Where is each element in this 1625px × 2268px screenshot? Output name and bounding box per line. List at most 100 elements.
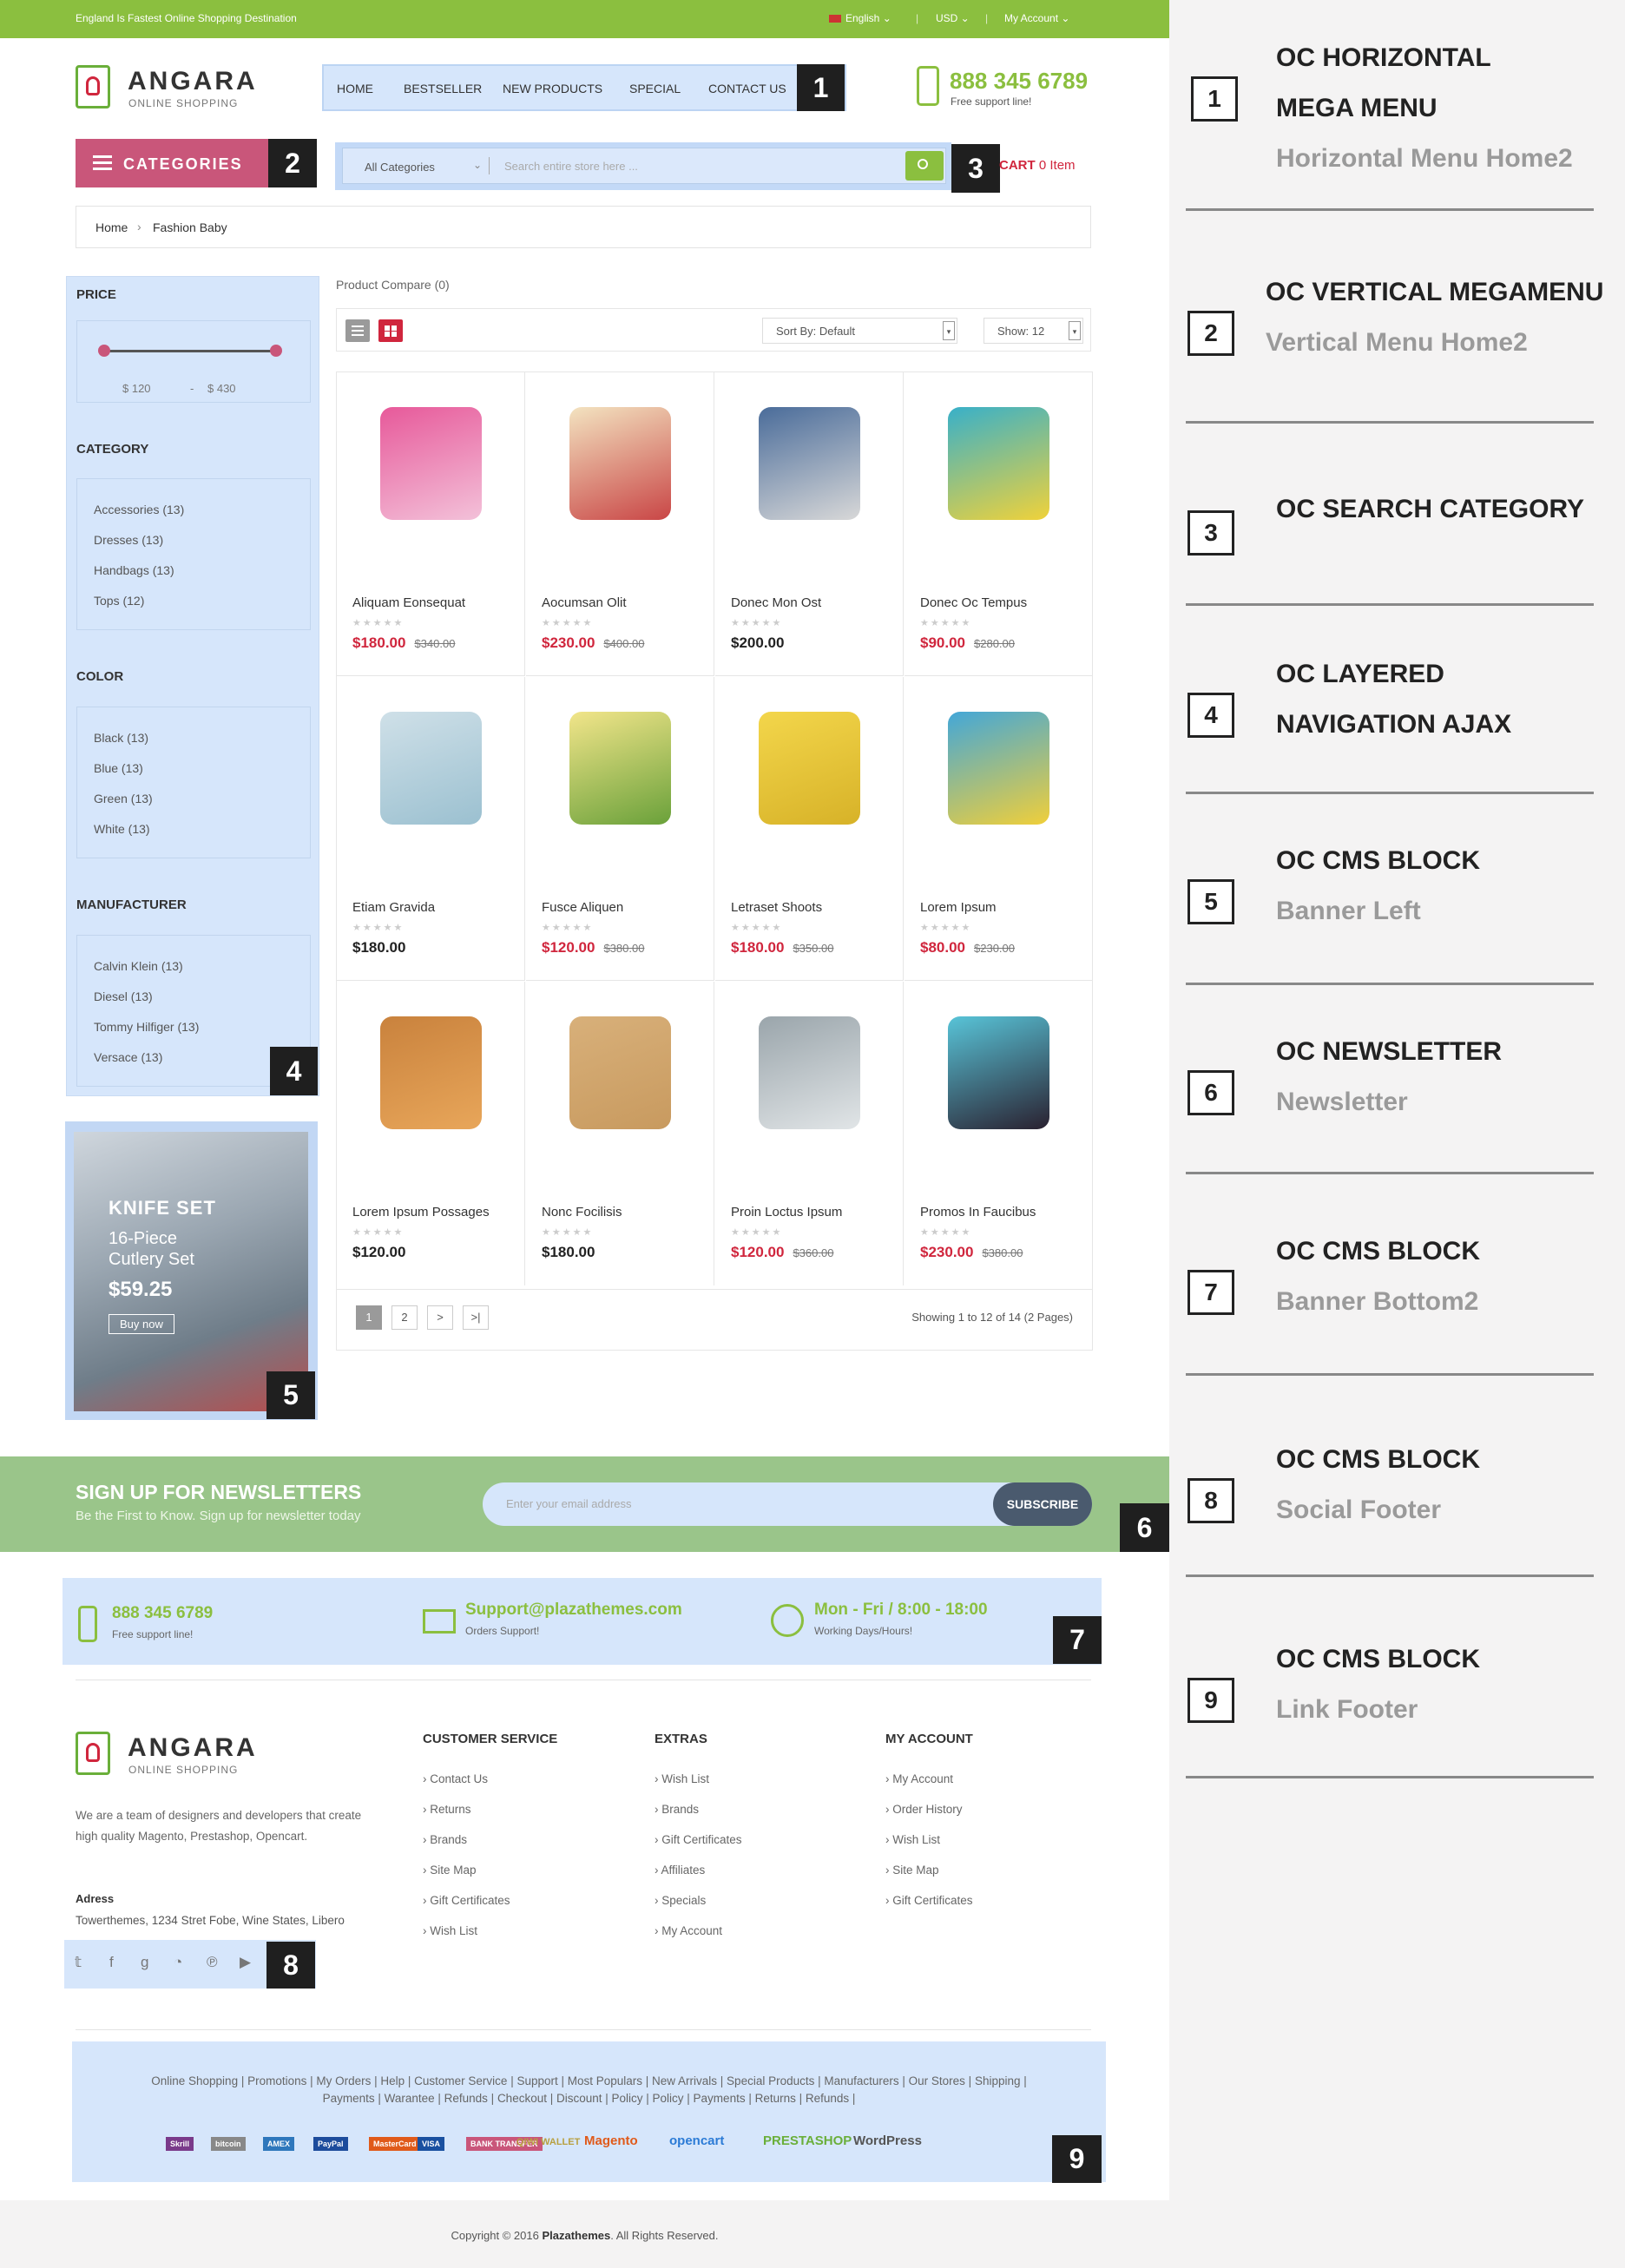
breadcrumb-home[interactable]: Home	[95, 220, 128, 234]
filter-manufacturer-item[interactable]: Calvin Klein (13)	[94, 959, 183, 973]
filter-category-item[interactable]: Tops (12)	[94, 594, 144, 608]
footer-link[interactable]: › Order History	[885, 1803, 963, 1816]
product-card[interactable]: Donec Oc Tempus ★★★★★ $90.00 $280.00	[905, 372, 1093, 676]
product-card[interactable]: Fusce Aliquen ★★★★★ $120.00 $380.00	[526, 677, 714, 981]
product-card[interactable]: Donec Mon Ost ★★★★★ $200.00	[715, 372, 904, 676]
product-name[interactable]: Donec Mon Ost	[731, 595, 821, 610]
product-image[interactable]	[948, 1016, 1049, 1129]
footer-link[interactable]: › Specials	[655, 1894, 706, 1907]
currency-select[interactable]: USD ⌄	[936, 12, 970, 24]
product-card[interactable]: Proin Loctus Ipsum ★★★★★ $120.00 $360.00	[715, 982, 904, 1285]
page-next[interactable]: >	[427, 1305, 453, 1330]
product-image[interactable]	[380, 712, 482, 825]
subscribe-button[interactable]: SUBSCRIBE	[993, 1482, 1092, 1526]
menu-contact-us[interactable]: CONTACT US	[708, 82, 786, 95]
contact-email[interactable]: Support@plazathemes.com	[465, 1601, 682, 1620]
product-name[interactable]: Letraset Shoots	[731, 900, 822, 915]
youtube-icon[interactable]: ▶	[240, 1954, 251, 1971]
product-name[interactable]: Fusce Aliquen	[542, 900, 623, 915]
footer-link[interactable]: › Wish List	[423, 1924, 477, 1937]
google-plus-icon[interactable]: g	[141, 1954, 148, 1971]
filter-category-item[interactable]: Dresses (13)	[94, 533, 163, 547]
product-name[interactable]: Aliquam Eonsequat	[352, 595, 465, 610]
twitter-icon[interactable]: 𝕥	[75, 1954, 82, 1971]
footer-link[interactable]: › Returns	[423, 1803, 471, 1816]
product-image[interactable]	[759, 1016, 860, 1129]
product-image[interactable]	[380, 1016, 482, 1129]
product-card[interactable]: Aliquam Eonsequat ★★★★★ $180.00 $340.00	[337, 372, 525, 676]
footer-links-row2[interactable]: Payments | Warantee | Refunds | Checkout…	[72, 2092, 1106, 2105]
product-image[interactable]	[569, 407, 671, 520]
cart-link[interactable]: CART 0 Item	[999, 158, 1076, 173]
filter-manufacturer-item[interactable]: Versace (13)	[94, 1050, 162, 1064]
product-compare-link[interactable]: Product Compare (0)	[336, 278, 450, 292]
product-name[interactable]: Lorem Ipsum Possages	[352, 1205, 490, 1219]
footer-link[interactable]: › Wish List	[655, 1772, 709, 1785]
filter-category-item[interactable]: Handbags (13)	[94, 563, 174, 577]
footer-link[interactable]: › Gift Certificates	[655, 1833, 742, 1846]
search-category-select[interactable]: All Categories	[365, 161, 435, 174]
footer-link[interactable]: › Brands	[423, 1833, 467, 1846]
footer-link[interactable]: › Brands	[655, 1803, 699, 1816]
product-image[interactable]	[948, 407, 1049, 520]
page-link[interactable]: 2	[391, 1305, 418, 1330]
product-name[interactable]: Donec Oc Tempus	[920, 595, 1027, 610]
price-handle-min[interactable]	[98, 345, 110, 357]
filter-category-item[interactable]: Accessories (13)	[94, 503, 184, 516]
filter-color-item[interactable]: White (13)	[94, 822, 150, 836]
product-name[interactable]: Promos In Faucibus	[920, 1205, 1036, 1219]
footer-link[interactable]: › Site Map	[423, 1864, 477, 1877]
price-handle-max[interactable]	[270, 345, 282, 357]
search-button[interactable]	[905, 151, 944, 181]
sort-select[interactable]: Sort By: Default ▾	[762, 318, 957, 344]
product-card[interactable]: Lorem Ipsum ★★★★★ $80.00 $230.00	[905, 677, 1093, 981]
product-card[interactable]: Etiam Gravida ★★★★★ $180.00	[337, 677, 525, 981]
banner-buy-button[interactable]: Buy now	[109, 1314, 174, 1334]
grid-view-icon[interactable]	[378, 319, 403, 342]
page-last[interactable]: >|	[463, 1305, 489, 1330]
footer-link[interactable]: › Wish List	[885, 1833, 940, 1846]
product-image[interactable]	[759, 712, 860, 825]
product-name[interactable]: Proin Loctus Ipsum	[731, 1205, 842, 1219]
search-input[interactable]: Search entire store here ...	[504, 160, 638, 173]
product-name[interactable]: Nonc Focilisis	[542, 1205, 622, 1219]
footer-link[interactable]: › Gift Certificates	[885, 1894, 973, 1907]
facebook-icon[interactable]: f	[109, 1954, 114, 1971]
filter-color-item[interactable]: Green (13)	[94, 792, 153, 805]
filter-color-item[interactable]: Black (13)	[94, 731, 148, 745]
product-image[interactable]	[380, 407, 482, 520]
product-image[interactable]	[759, 407, 860, 520]
rss-icon[interactable]: ◔	[174, 1954, 182, 1971]
show-select[interactable]: Show: 12 ▾	[984, 318, 1083, 344]
filter-color-item[interactable]: Blue (13)	[94, 761, 143, 775]
product-image[interactable]	[569, 1016, 671, 1129]
footer-link[interactable]: › Affiliates	[655, 1864, 705, 1877]
menu-home[interactable]: HOME	[337, 82, 373, 95]
menu-special[interactable]: SPECIAL	[629, 82, 681, 95]
menu-new-products[interactable]: NEW PRODUCTS	[503, 82, 602, 95]
product-image[interactable]	[948, 712, 1049, 825]
pinterest-icon[interactable]: ℗	[207, 1954, 218, 1971]
list-view-icon[interactable]	[345, 319, 370, 342]
product-name[interactable]: Aocumsan Olit	[542, 595, 627, 610]
footer-link[interactable]: › Contact Us	[423, 1772, 488, 1785]
footer-link[interactable]: › My Account	[885, 1772, 953, 1785]
product-card[interactable]: Lorem Ipsum Possages ★★★★★ $120.00	[337, 982, 525, 1285]
filter-manufacturer-item[interactable]: Tommy Hilfiger (13)	[94, 1020, 199, 1034]
product-name[interactable]: Etiam Gravida	[352, 900, 435, 915]
footer-link[interactable]: › My Account	[655, 1924, 722, 1937]
filter-manufacturer-item[interactable]: Diesel (13)	[94, 989, 153, 1003]
page-link[interactable]: 1	[356, 1305, 382, 1330]
product-card[interactable]: Promos In Faucibus ★★★★★ $230.00 $380.00	[905, 982, 1093, 1285]
product-card[interactable]: Nonc Focilisis ★★★★★ $180.00	[526, 982, 714, 1285]
menu-bestseller[interactable]: BESTSELLER	[404, 82, 482, 95]
copyright-brand[interactable]: Plazathemes	[542, 2229, 610, 2242]
footer-link[interactable]: › Gift Certificates	[423, 1894, 510, 1907]
footer-links-row1[interactable]: Online Shopping | Promotions | My Orders…	[72, 2074, 1106, 2087]
product-image[interactable]	[569, 712, 671, 825]
product-card[interactable]: Letraset Shoots ★★★★★ $180.00 $350.00	[715, 677, 904, 981]
product-card[interactable]: Aocumsan Olit ★★★★★ $230.00 $400.00	[526, 372, 714, 676]
language-select[interactable]: English ⌄	[829, 12, 891, 24]
account-menu[interactable]: My Account ⌄	[1004, 12, 1069, 24]
product-name[interactable]: Lorem Ipsum	[920, 900, 997, 915]
